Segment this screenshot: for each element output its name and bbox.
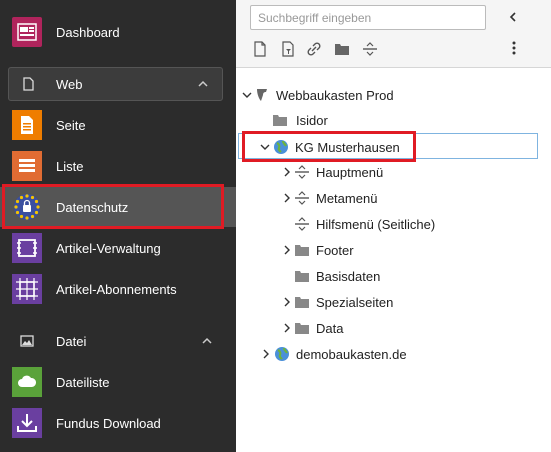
highlight-kg-musterhausen — [242, 131, 416, 162]
filelist-icon — [12, 367, 42, 397]
list-module-icon — [12, 151, 42, 181]
link-icon[interactable] — [306, 41, 322, 57]
tree-node[interactable]: Hilfsmenü (Seitliche) — [236, 211, 551, 237]
page-module-icon — [12, 110, 42, 140]
highlight-datenschutz — [2, 184, 224, 229]
tree-node-label: Isidor — [296, 113, 328, 128]
separator-icon — [294, 164, 310, 180]
tree-node-label: Hauptmenü — [316, 165, 384, 180]
typo3-icon — [254, 87, 270, 103]
article-subscriptions-icon — [12, 274, 42, 304]
tree-node[interactable]: Basisdaten — [236, 263, 551, 289]
tree-node[interactable]: demobaukasten.de — [236, 341, 551, 367]
folder-icon — [294, 294, 310, 310]
tree-node[interactable]: Data — [236, 315, 551, 341]
collapse-icon[interactable] — [504, 8, 522, 26]
group-label: Web — [56, 77, 83, 92]
tree-node-root[interactable]: Webbaukasten Prod — [236, 82, 551, 108]
tree-node-label: Metamenü — [316, 191, 378, 206]
folder-icon — [294, 320, 310, 336]
module-label: Liste — [56, 158, 84, 174]
article-management-icon — [12, 233, 42, 263]
chevron-up-icon[interactable] — [196, 77, 210, 91]
module-label: Seite — [56, 117, 86, 133]
filter-page-icon[interactable] — [280, 41, 296, 57]
group-web[interactable]: Web — [8, 67, 223, 101]
tree-node[interactable]: Spezialseiten — [236, 289, 551, 315]
module-label: Artikel-Abonnements — [56, 281, 177, 297]
module-dateiliste[interactable]: Dateiliste — [0, 362, 236, 402]
module-label: Dateiliste — [56, 374, 110, 390]
separator-icon — [294, 216, 310, 232]
chevron-right-icon[interactable] — [281, 192, 293, 204]
tree-node-label: Spezialseiten — [316, 295, 394, 310]
module-liste[interactable]: Liste — [0, 146, 236, 186]
separator-icon[interactable] — [362, 41, 378, 57]
chevron-right-icon[interactable] — [260, 348, 272, 360]
tree-node[interactable]: Hauptmenü — [236, 159, 551, 185]
globe-icon — [274, 346, 290, 362]
tree-node-label: Footer — [316, 243, 354, 258]
tree-node[interactable]: Metamenü — [236, 185, 551, 211]
tree-node-label: Hilfsmenü (Seitliche) — [316, 217, 436, 232]
chevron-right-icon[interactable] — [281, 322, 293, 334]
folder-icon[interactable] — [334, 41, 350, 57]
module-seite[interactable]: Seite — [0, 105, 236, 145]
chevron-right-icon[interactable] — [281, 166, 293, 178]
tree-node[interactable]: Isidor — [236, 107, 551, 133]
tree-toolbar — [236, 0, 551, 68]
module-dashboard[interactable]: Dashboard — [0, 12, 236, 52]
tree-node-label: Data — [316, 321, 344, 336]
chevron-up-icon[interactable] — [200, 334, 214, 348]
tree-search-input[interactable] — [250, 5, 486, 30]
chevron-right-icon[interactable] — [281, 244, 293, 256]
folder-icon — [294, 268, 310, 284]
module-fundus-download[interactable]: Fundus Download — [0, 403, 236, 443]
chevron-down-icon[interactable] — [241, 89, 253, 101]
module-label: Artikel-Verwaltung — [56, 240, 161, 256]
page-tree-pane: Webbaukasten Prod Isidor KG Musterhausen… — [236, 0, 551, 452]
module-label: Fundus Download — [56, 415, 161, 431]
module-artikel-abonnements[interactable]: Artikel-Abonnements — [0, 269, 236, 309]
separator-icon — [294, 190, 310, 206]
folder-icon — [294, 242, 310, 258]
image-icon — [20, 334, 34, 348]
module-label: Dashboard — [56, 24, 120, 40]
group-label: Datei — [56, 334, 87, 349]
module-artikel-verwaltung[interactable]: Artikel-Verwaltung — [0, 228, 236, 268]
tree-node-label: demobaukasten.de — [296, 347, 407, 362]
tree-node[interactable]: Footer — [236, 237, 551, 263]
folder-icon — [272, 112, 288, 128]
more-icon[interactable] — [506, 40, 522, 56]
tree-node-label: Basisdaten — [316, 269, 381, 284]
tree-node-label: Webbaukasten Prod — [276, 88, 394, 103]
group-datei[interactable]: Datei — [0, 324, 236, 358]
dashboard-icon — [12, 17, 42, 47]
download-icon — [12, 408, 42, 438]
page-icon — [21, 77, 35, 91]
module-menu: Dashboard Web Seite Liste Datenschutz Ar… — [0, 0, 236, 452]
new-page-icon[interactable] — [252, 41, 268, 57]
chevron-right-icon[interactable] — [281, 296, 293, 308]
